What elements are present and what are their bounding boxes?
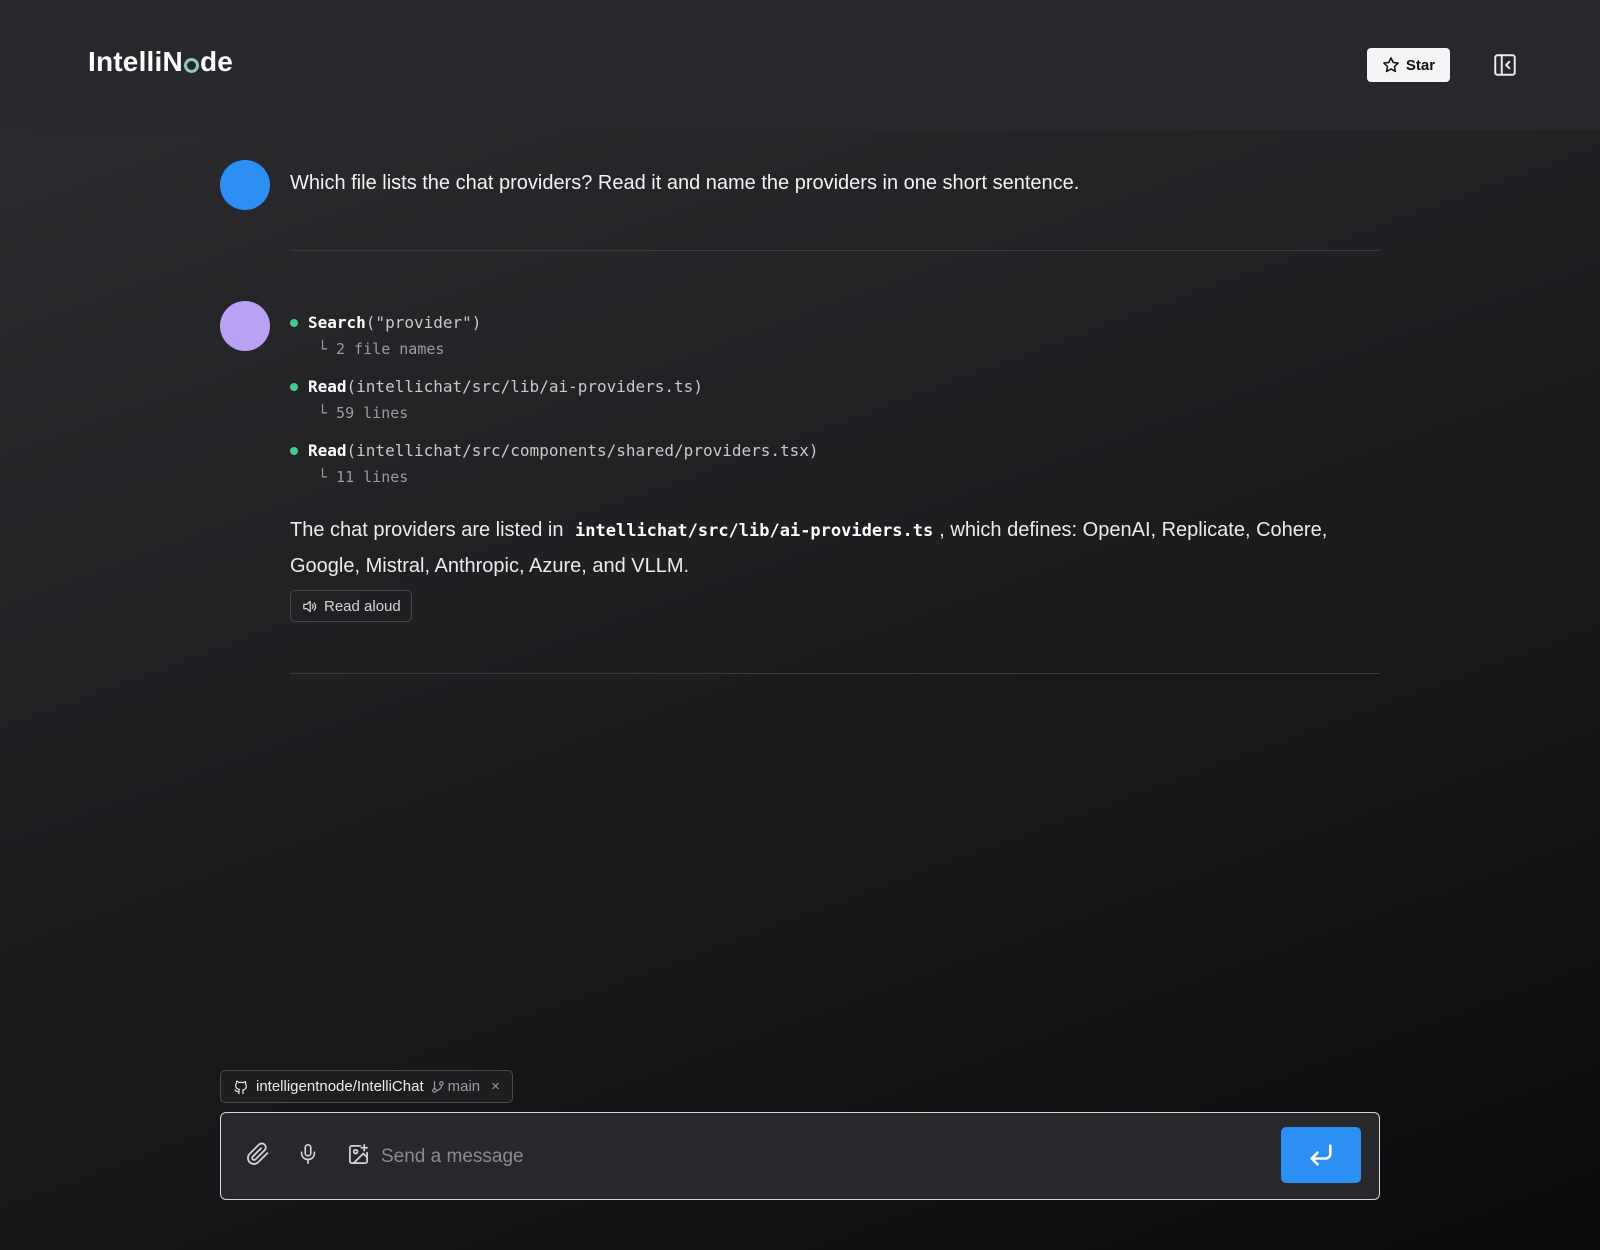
- logo-o-ring: [183, 57, 199, 73]
- star-label: Star: [1405, 56, 1436, 74]
- enter-icon: [1310, 1144, 1332, 1166]
- logo-text-start: IntelliN: [88, 46, 183, 77]
- branch-name: main: [447, 1078, 481, 1095]
- tool-status-dot: [290, 382, 298, 391]
- assistant-answer: The chat providers are listed in intelli…: [290, 513, 1390, 584]
- tool-call-read-providers-tsx: Read (intellichat/src/components/shared/p…: [290, 441, 819, 486]
- assistant-avatar: [220, 301, 270, 351]
- answer-text-start: The chat providers are listed in: [290, 519, 570, 541]
- message-divider: [290, 673, 1380, 674]
- add-image-button[interactable]: [343, 1139, 373, 1169]
- user-message: Which file lists the chat providers? Rea…: [290, 172, 1080, 194]
- send-button[interactable]: [1281, 1127, 1361, 1183]
- star-button[interactable]: Star: [1367, 48, 1450, 82]
- image-add-icon: [348, 1143, 368, 1164]
- tool-args: (intellichat/src/components/shared/provi…: [346, 441, 819, 460]
- tool-name: Search: [308, 313, 366, 332]
- star-icon: [1383, 57, 1399, 73]
- toggle-sidebar-button[interactable]: [1490, 50, 1520, 80]
- read-aloud-button[interactable]: Read aloud: [290, 590, 412, 622]
- tool-result: └ 11 lines: [318, 468, 409, 486]
- message-divider: [290, 250, 1380, 251]
- tool-result: └ 2 file names: [318, 340, 445, 358]
- app-logo[interactable]: IntelliN de: [88, 46, 233, 78]
- github-icon: [234, 1079, 247, 1094]
- paperclip-icon: [247, 1142, 269, 1165]
- tool-call-search: Search ("provider") └ 2 file names: [290, 313, 481, 358]
- user-avatar: [220, 160, 270, 210]
- message-input[interactable]: [381, 1139, 1251, 1175]
- logo-text-end: de: [199, 46, 234, 77]
- attach-button[interactable]: [243, 1139, 273, 1169]
- tool-result: └ 59 lines: [318, 404, 409, 422]
- remove-repo-button[interactable]: ×: [491, 1078, 500, 1095]
- tool-call-read-ai-providers: Read (intellichat/src/lib/ai-providers.ts…: [290, 377, 703, 422]
- answer-file-path: intellichat/src/lib/ai-providers.ts: [575, 521, 934, 541]
- tool-name: Read: [308, 441, 347, 460]
- tool-status-dot: [290, 446, 298, 455]
- app-header: IntelliN de Star: [0, 0, 1600, 130]
- git-branch-icon: [431, 1080, 444, 1093]
- read-aloud-label: Read aloud: [324, 597, 401, 615]
- tool-args: (intellichat/src/lib/ai-providers.ts): [346, 377, 703, 396]
- repo-name: intelligentnode/IntelliChat: [256, 1078, 424, 1095]
- voice-input-button[interactable]: [293, 1139, 323, 1169]
- tool-status-dot: [290, 318, 298, 327]
- message-composer: [220, 1112, 1380, 1200]
- tool-name: Read: [308, 377, 347, 396]
- microphone-icon: [300, 1144, 316, 1164]
- repo-branch: main: [431, 1078, 481, 1095]
- tool-args: ("provider"): [365, 313, 482, 332]
- repo-chip[interactable]: intelligentnode/IntelliChat main ×: [220, 1070, 513, 1103]
- panel-collapse-icon: [1494, 54, 1516, 76]
- speaker-icon: [303, 600, 317, 612]
